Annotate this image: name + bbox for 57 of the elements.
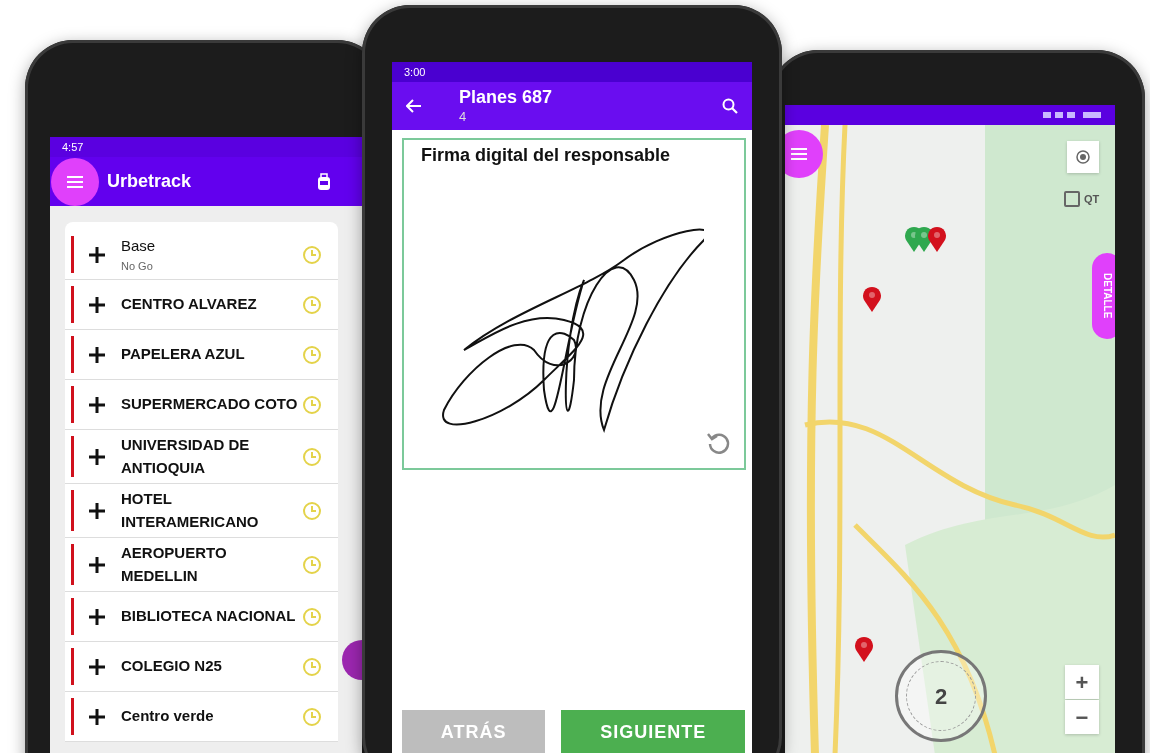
plus-icon	[89, 396, 105, 413]
undo-icon[interactable]	[706, 430, 732, 456]
plus-icon	[89, 346, 105, 363]
plus-icon	[89, 246, 105, 263]
plus-icon	[89, 448, 105, 465]
plus-icon	[89, 608, 105, 625]
map-marker-icon[interactable]	[854, 635, 874, 663]
plus-icon	[89, 502, 105, 519]
clock-icon	[302, 706, 322, 727]
item-name: BIBLIOTECA NACIONAL	[121, 606, 297, 627]
clock-icon	[302, 244, 322, 265]
action-button[interactable]	[342, 640, 362, 680]
locate-icon	[1074, 148, 1092, 166]
plus-icon	[89, 708, 105, 725]
screen-title: Planes 687	[459, 87, 554, 109]
map-marker-icon[interactable]	[927, 225, 947, 253]
signature-pad[interactable]: Firma digital del responsable	[402, 138, 746, 470]
clock-icon	[302, 394, 322, 415]
item-name: PAPELERA AZUL	[121, 344, 246, 365]
locate-button[interactable]	[1067, 141, 1099, 173]
item-name: Centro verde	[121, 706, 215, 727]
map-marker-icon[interactable]	[862, 285, 882, 313]
item-name: COLEGIO N25	[121, 656, 223, 677]
item-name: AEROPUERTO MEDELLIN	[121, 543, 228, 586]
zoom-in-button[interactable]: +	[1065, 665, 1099, 699]
menu-icon	[67, 175, 83, 188]
clock-icon	[302, 294, 322, 315]
item-name: UNIVERSIDAD DE ANTIOQUIA	[121, 435, 251, 478]
plus-icon	[89, 556, 105, 573]
status-icons	[1043, 111, 1103, 119]
zoom-out-button[interactable]: −	[1065, 700, 1099, 734]
back-arrow-icon[interactable]	[406, 99, 422, 113]
item-name: SUPERMERCADO COTO	[121, 394, 299, 415]
qt-checkbox[interactable]	[1064, 191, 1080, 208]
plus-icon	[89, 296, 105, 313]
menu-button[interactable]	[51, 157, 99, 206]
clock-icon	[302, 344, 322, 365]
item-name: Base	[121, 236, 157, 256]
counter-dial: 2	[895, 650, 987, 742]
item-name: CENTRO ALVAREZ	[121, 294, 258, 315]
clock-icon	[302, 500, 322, 521]
item-name: HOTEL INTERAMERICANO	[121, 489, 260, 532]
clock-icon	[302, 554, 322, 575]
signature-label: Firma digital del responsable	[420, 144, 672, 167]
clock-icon	[302, 656, 322, 677]
status-time: 4:57	[62, 139, 84, 155]
menu-icon	[791, 148, 807, 160]
clock-icon	[302, 446, 322, 467]
clock-icon	[302, 606, 322, 627]
qt-label: QT	[1084, 192, 1100, 207]
plus-icon	[89, 658, 105, 675]
app-title: Urbetrack	[107, 170, 193, 193]
status-time: 3:00	[404, 64, 426, 80]
item-subtitle: No Go	[121, 258, 154, 274]
search-icon[interactable]	[722, 98, 738, 114]
menu-button[interactable]	[785, 130, 823, 178]
screen-subtitle: 4	[459, 109, 468, 125]
